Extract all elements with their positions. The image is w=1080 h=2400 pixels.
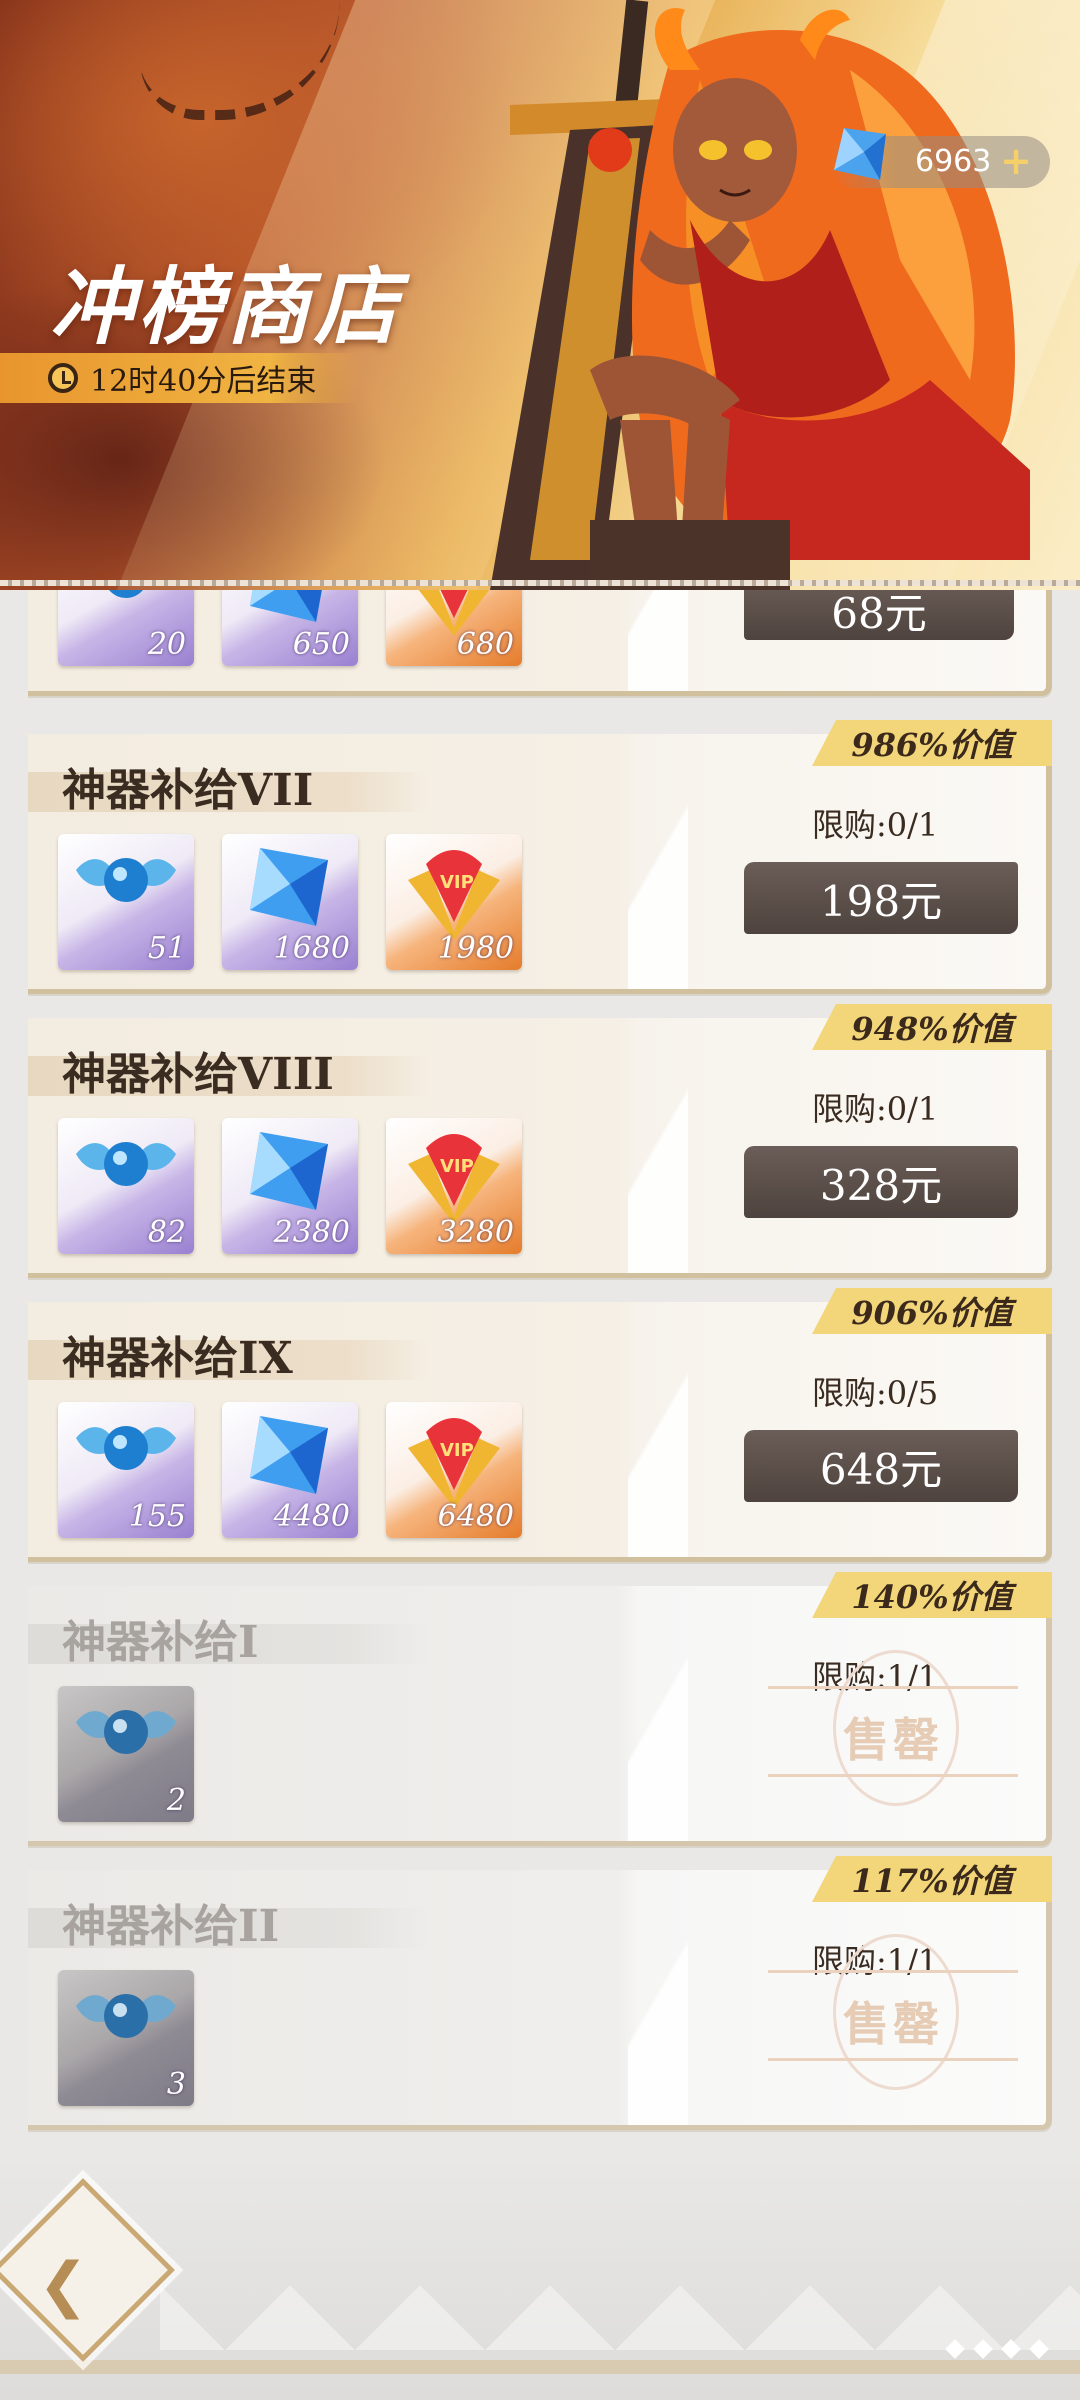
winged-orb-icon [76, 1994, 176, 2038]
reward-item[interactable]: 4480 [222, 1402, 358, 1538]
supply-card-i: 神器补给I 140%价值 限购:1/1 售罄 2 [28, 1572, 1052, 1846]
reward-item[interactable]: 1680 [222, 834, 358, 970]
vip-badge-icon: VIP [408, 1134, 500, 1224]
value-badge: 906%价值 [812, 1288, 1052, 1334]
reward-item[interactable]: VIP 6480 [386, 1402, 522, 1538]
chain-decoration [140, 0, 340, 120]
item-count: 6480 [437, 1499, 514, 1534]
reward-item[interactable]: 2380 [222, 1118, 358, 1254]
card-title: 神器补给I [62, 1617, 259, 1668]
buy-button[interactable]: 68元 [744, 590, 1014, 640]
blue-crystal-icon [250, 1132, 328, 1210]
reward-item[interactable]: 650 [222, 590, 358, 666]
value-badge: 140%价值 [812, 1572, 1052, 1618]
svg-text:VIP: VIP [440, 1440, 474, 1461]
card-title: 神器补给II [62, 1901, 280, 1952]
currency-amount: 6963 [915, 144, 992, 179]
item-count: 155 [128, 1499, 186, 1534]
item-count: 20 [147, 627, 186, 662]
item-count: 2380 [273, 1215, 350, 1250]
reward-item[interactable]: VIP 680 [386, 590, 522, 666]
add-currency-button[interactable]: + [1000, 139, 1032, 183]
banner-divider [0, 580, 1080, 586]
card-title: 神器补给VII [62, 765, 314, 816]
page-title: 冲榜商店 [50, 257, 403, 356]
winged-orb-icon [76, 1142, 176, 1186]
back-arrow-icon[interactable]: ❮ [38, 2250, 88, 2320]
reward-item[interactable]: 82 [58, 1118, 194, 1254]
winged-orb-icon [76, 1710, 176, 1754]
blue-crystal-icon [834, 128, 886, 180]
value-badge: 117%价值 [812, 1856, 1052, 1902]
item-count: 1980 [437, 931, 514, 966]
item-count: 2 [166, 1783, 186, 1818]
winged-orb-icon [76, 858, 176, 902]
purchase-limit: 限购:0/5 [812, 1374, 939, 1412]
purchase-limit: 限购:0/1 [812, 1090, 939, 1128]
item-count: 3280 [437, 1215, 514, 1250]
buy-button[interactable]: 328元 [744, 1146, 1018, 1218]
card-title: 神器补给IX [62, 1333, 293, 1384]
footer-pattern [160, 2220, 1080, 2350]
winged-orb-icon [109, 590, 143, 598]
item-count: 82 [147, 1215, 186, 1250]
vip-badge-icon: VIP [408, 850, 500, 940]
item-count: 650 [292, 627, 350, 662]
svg-text:VIP: VIP [440, 872, 474, 893]
blue-crystal-icon [250, 1416, 328, 1494]
reward-item[interactable]: VIP 1980 [386, 834, 522, 970]
supply-card-ix: 神器补给IX 906%价值 限购:0/5 648元 155 4480 VIP 6… [28, 1288, 1052, 1562]
reward-item[interactable]: 20 [58, 590, 194, 666]
buy-button[interactable]: 648元 [744, 1430, 1018, 1502]
reward-item[interactable]: 155 [58, 1402, 194, 1538]
item-count: 1680 [273, 931, 350, 966]
value-badge: 986%价值 [812, 720, 1052, 766]
page-indicator [945, 2339, 1049, 2359]
reward-item[interactable]: 3 [58, 1970, 194, 2106]
supply-list[interactable]: 20 650 VIP 680 68元 神器补给VII 986%价值 限购:0/1… [0, 590, 1080, 2150]
item-count: 4480 [273, 1499, 350, 1534]
reward-item[interactable]: 51 [58, 834, 194, 970]
reward-item[interactable]: VIP 3280 [386, 1118, 522, 1254]
buy-button[interactable]: 198元 [744, 862, 1018, 934]
item-count: 680 [456, 627, 514, 662]
shop-banner: 冲榜商店 12时40分后结束 6963 + [0, 0, 1080, 590]
supply-card-viii: 神器补给VIII 948%价值 限购:0/1 328元 82 2380 VIP … [28, 1004, 1052, 1278]
fire-girl-character-illustration [490, 0, 1030, 590]
purchase-limit: 限购:0/1 [812, 806, 939, 844]
sold-out-label: 售罄 [843, 1713, 943, 1767]
item-count: 51 [147, 931, 186, 966]
vip-badge-icon: VIP [408, 1418, 500, 1508]
item-count: 3 [166, 2067, 186, 2102]
blue-crystal-icon [250, 848, 328, 926]
sold-out-stamp: 售罄 [768, 1934, 1018, 2090]
event-timer: 12时40分后结束 [0, 353, 360, 403]
sold-out-stamp: 售罄 [768, 1650, 1018, 1806]
currency-display: 6963 + [830, 128, 1050, 188]
clock-icon [48, 363, 78, 393]
sold-out-label: 售罄 [843, 1997, 943, 2051]
supply-card-ii: 神器补给II 117%价值 限购:1/1 售罄 3 [28, 1856, 1052, 2130]
value-badge: 948%价值 [812, 1004, 1052, 1050]
timer-text: 12时40分后结束 [90, 364, 317, 399]
supply-card: 20 650 VIP 680 68元 [28, 590, 1052, 696]
card-title: 神器补给VIII [62, 1049, 334, 1100]
reward-item[interactable]: 2 [58, 1686, 194, 1822]
winged-orb-icon [76, 1426, 176, 1470]
supply-card-vii: 神器补给VII 986%价值 限购:0/1 198元 51 1680 VIP 1… [28, 720, 1052, 994]
svg-text:VIP: VIP [440, 1156, 474, 1177]
footer-divider [0, 2360, 1080, 2374]
